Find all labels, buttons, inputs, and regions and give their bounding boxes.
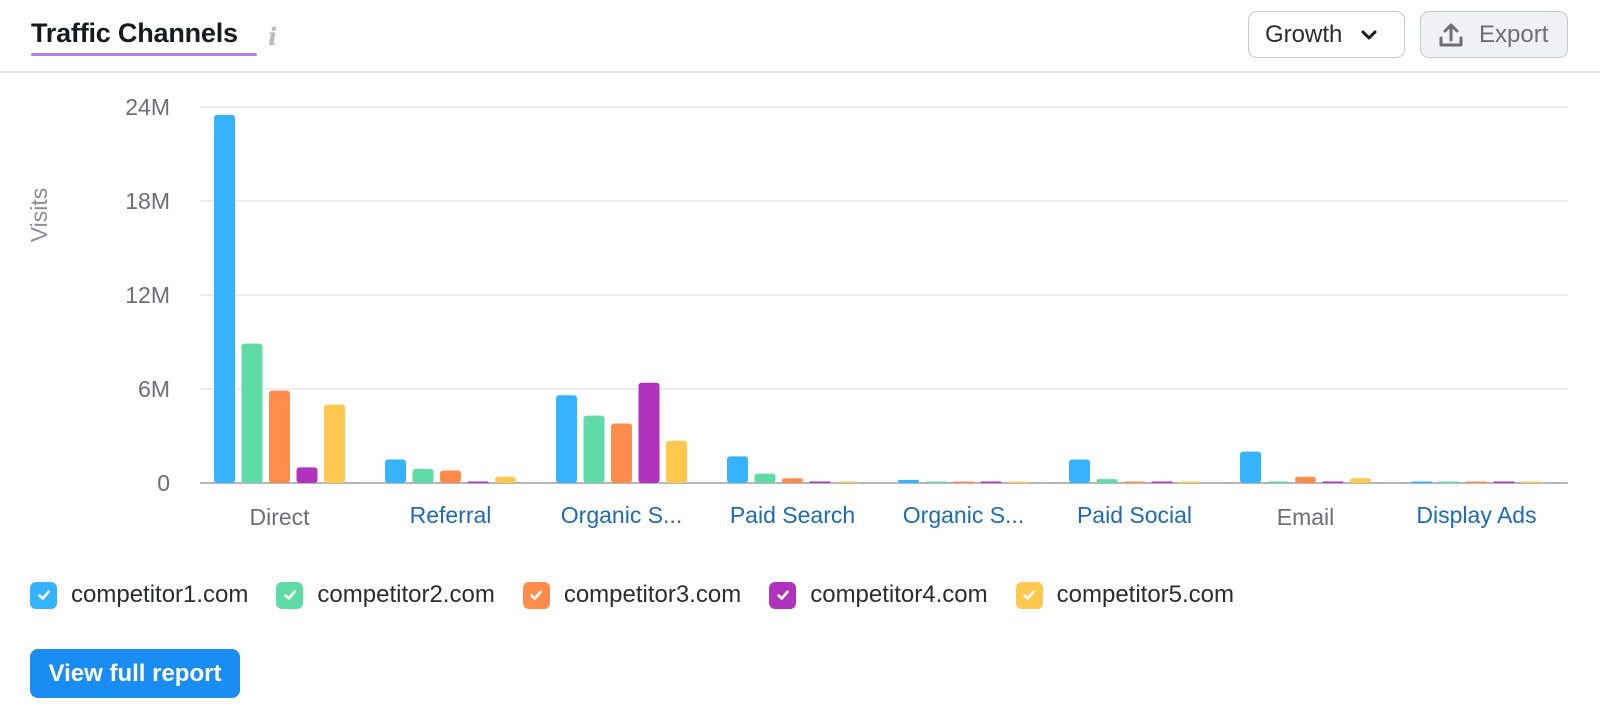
- bar-competitor4-com-4[interactable]: [980, 481, 1002, 484]
- export-button[interactable]: Export: [1420, 11, 1568, 58]
- bar-competitor2-com-4[interactable]: [925, 481, 947, 484]
- checkbox-checked-icon[interactable]: [276, 581, 304, 609]
- x-category-label[interactable]: Organic S...: [561, 502, 682, 528]
- bar-competitor1-com-1[interactable]: [385, 459, 406, 484]
- x-category-label[interactable]: Paid Social: [1077, 502, 1192, 528]
- grid-lines: [200, 106, 1568, 484]
- chevron-down-icon: [1358, 24, 1380, 46]
- bar-competitor3-com-3[interactable]: [782, 478, 803, 483]
- y-tick-label: 0: [157, 470, 170, 496]
- bar-chart: 0 6M 12M 18M 24M Visits Direct Referral Organi…: [26, 94, 1568, 530]
- y-tick-label: 12M: [125, 282, 170, 308]
- x-category-label[interactable]: Referral: [410, 502, 492, 528]
- y-axis-ticks: 0 6M 12M 18M 24M: [125, 94, 170, 496]
- legend-item[interactable]: competitor2.com: [276, 581, 495, 609]
- bar-competitor3-com-2[interactable]: [611, 423, 632, 483]
- bar-competitor1-com-3[interactable]: [727, 456, 748, 483]
- bar-competitor2-com-5[interactable]: [1096, 479, 1118, 483]
- legend-label: competitor2.com: [317, 581, 495, 608]
- bar-competitor2-com-1[interactable]: [412, 468, 434, 483]
- x-category-label[interactable]: Organic S...: [903, 502, 1024, 528]
- bar-competitor2-com-7[interactable]: [1438, 481, 1460, 484]
- legend-label: competitor5.com: [1056, 581, 1235, 608]
- bar-competitor5-com-1[interactable]: [495, 476, 516, 483]
- legend-item[interactable]: competitor5.com: [1015, 581, 1235, 609]
- bar-competitor5-com-7[interactable]: [1521, 481, 1542, 484]
- bar-competitor1-com-4[interactable]: [898, 479, 919, 483]
- legend-label: competitor1.com: [71, 581, 249, 608]
- bar-competitor1-com-5[interactable]: [1069, 459, 1090, 484]
- checkbox-checked-icon[interactable]: [30, 581, 57, 609]
- bar-competitor5-com-5[interactable]: [1179, 481, 1200, 484]
- bar-competitor4-com-3[interactable]: [809, 481, 831, 484]
- upload-icon: [1437, 21, 1465, 49]
- bar-competitor4-com-6[interactable]: [1322, 481, 1344, 484]
- bar-competitor2-com-2[interactable]: [583, 415, 605, 483]
- bar-competitor5-com-4[interactable]: [1008, 481, 1029, 484]
- checkbox-checked-icon[interactable]: [522, 581, 550, 609]
- legend-item[interactable]: competitor4.com: [769, 581, 988, 609]
- x-category-label[interactable]: Paid Search: [730, 502, 855, 528]
- bar-competitor4-com-2[interactable]: [638, 382, 660, 483]
- bar-competitor5-com-0[interactable]: [324, 404, 345, 483]
- bar-competitor3-com-7[interactable]: [1466, 481, 1487, 484]
- bar-competitor5-com-6[interactable]: [1350, 478, 1371, 483]
- bar-competitor3-com-5[interactable]: [1124, 481, 1145, 484]
- bar-competitor4-com-7[interactable]: [1493, 481, 1515, 484]
- bar-competitor3-com-6[interactable]: [1295, 476, 1316, 483]
- widget-header: Traffic Channels i Growth Export: [0, 0, 1600, 73]
- x-axis-categories: Direct Referral Organic S... Paid Search Org…: [249, 502, 1536, 530]
- legend-label: competitor4.com: [810, 581, 988, 608]
- legend-item[interactable]: competitor3.com: [522, 581, 742, 609]
- y-tick-label: 24M: [125, 94, 170, 120]
- y-tick-label: 6M: [138, 376, 170, 402]
- info-icon[interactable]: i: [268, 22, 277, 51]
- bar-competitor1-com-6[interactable]: [1240, 451, 1261, 483]
- bar-competitor5-com-3[interactable]: [837, 481, 858, 484]
- legend-label: competitor3.com: [563, 581, 742, 608]
- bar-competitor4-com-1[interactable]: [467, 481, 489, 484]
- bar-competitor2-com-6[interactable]: [1267, 481, 1289, 484]
- y-axis-title: Visits: [26, 188, 52, 243]
- bar-competitor1-com-7[interactable]: [1411, 481, 1432, 484]
- checkbox-checked-icon[interactable]: [1015, 581, 1043, 609]
- bar-competitor2-com-0[interactable]: [241, 343, 263, 483]
- growth-dropdown[interactable]: Growth: [1248, 11, 1405, 58]
- checkbox-checked-icon[interactable]: [769, 581, 797, 609]
- legend: competitor1.com competitor2.com competitor…: [30, 581, 1262, 609]
- bar-competitor3-com-1[interactable]: [440, 470, 461, 483]
- bar-competitor3-com-0[interactable]: [269, 390, 290, 483]
- legend-item[interactable]: competitor1.com: [30, 581, 248, 609]
- x-category-label: Direct: [249, 504, 310, 530]
- bar-competitor3-com-4[interactable]: [953, 481, 974, 484]
- bar-competitor4-com-0[interactable]: [296, 467, 318, 483]
- bar-competitor4-com-5[interactable]: [1151, 481, 1173, 484]
- bar-competitor1-com-2[interactable]: [556, 395, 577, 483]
- title-underline: [31, 53, 257, 56]
- x-category-label: Email: [1277, 504, 1335, 530]
- bar-competitor1-com-0[interactable]: [214, 114, 235, 484]
- bar-competitor2-com-3[interactable]: [754, 473, 776, 483]
- widget-title[interactable]: Traffic Channels: [31, 18, 238, 49]
- x-category-label[interactable]: Display Ads: [1416, 502, 1536, 528]
- view-full-report-button[interactable]: View full report: [30, 649, 240, 698]
- bar-competitor5-com-2[interactable]: [666, 440, 687, 483]
- growth-dropdown-label: Growth: [1265, 20, 1343, 48]
- bars: [214, 114, 1542, 484]
- export-label: Export: [1479, 20, 1549, 48]
- y-tick-label: 18M: [125, 188, 170, 214]
